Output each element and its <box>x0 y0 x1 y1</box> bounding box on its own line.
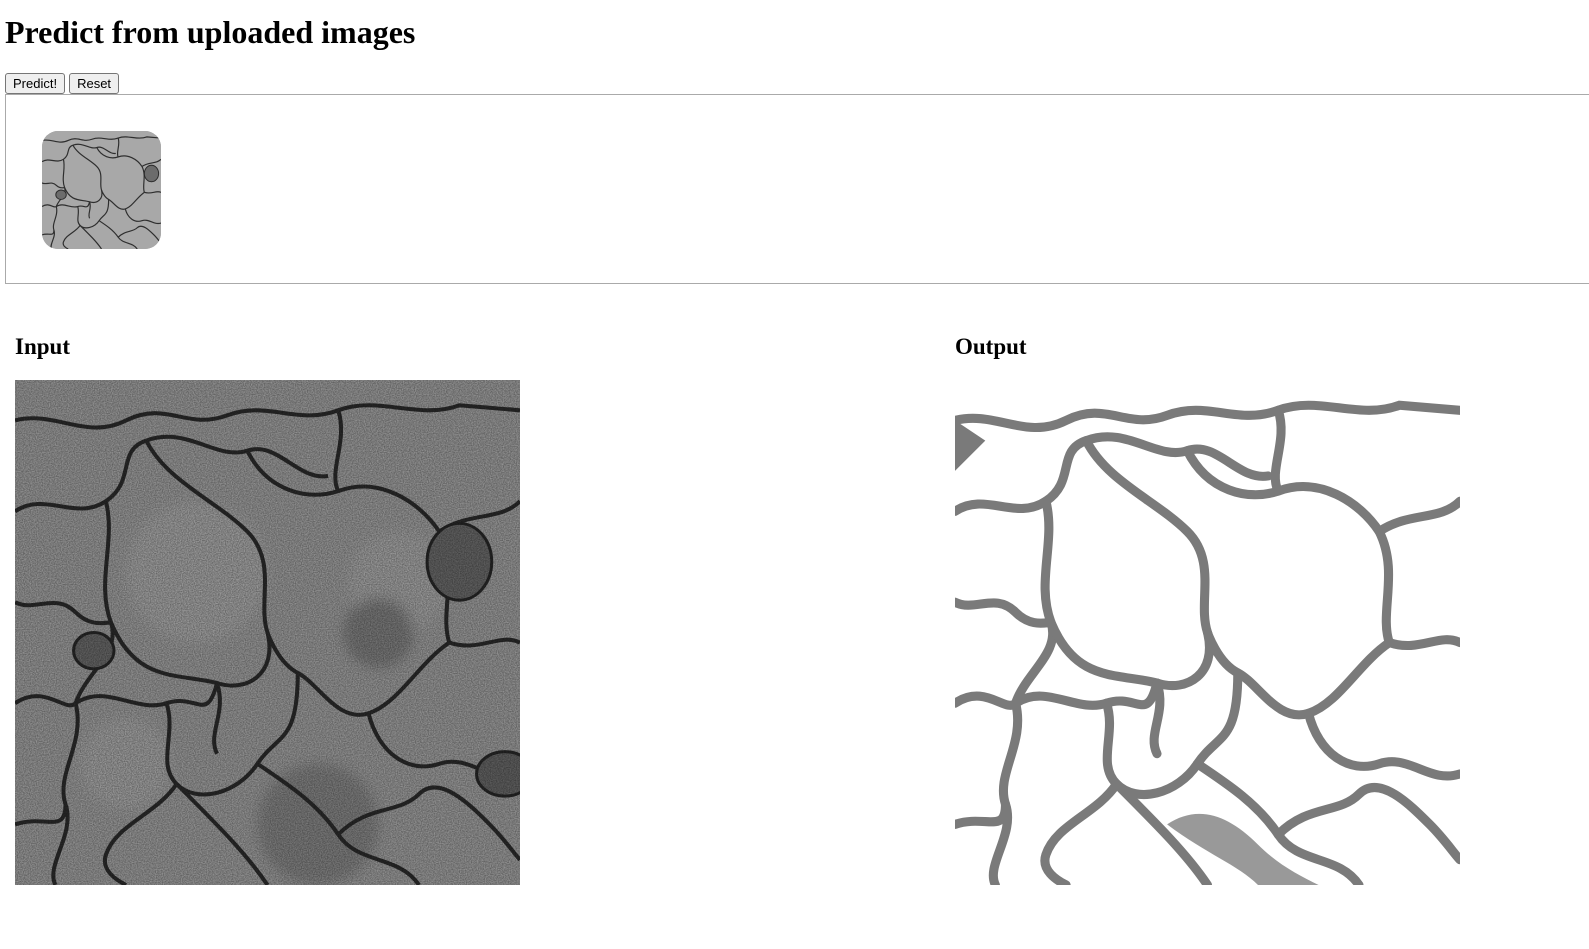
uploaded-image-thumbnail[interactable] <box>42 131 161 249</box>
output-segmentation <box>955 380 1460 885</box>
output-panel-title: Output <box>955 334 1027 359</box>
reset-button[interactable]: Reset <box>69 73 120 94</box>
input-micrograph <box>15 380 520 885</box>
input-image <box>15 380 520 885</box>
image-dropzone[interactable] <box>5 94 1589 284</box>
output-image <box>955 380 1460 885</box>
toolbar: Predict! Reset <box>5 73 120 94</box>
predict-button[interactable]: Predict! <box>5 73 66 94</box>
input-panel-title: Input <box>15 334 70 359</box>
thumbnail-micrograph <box>42 131 161 249</box>
page-title: Predict from uploaded images <box>5 14 416 50</box>
